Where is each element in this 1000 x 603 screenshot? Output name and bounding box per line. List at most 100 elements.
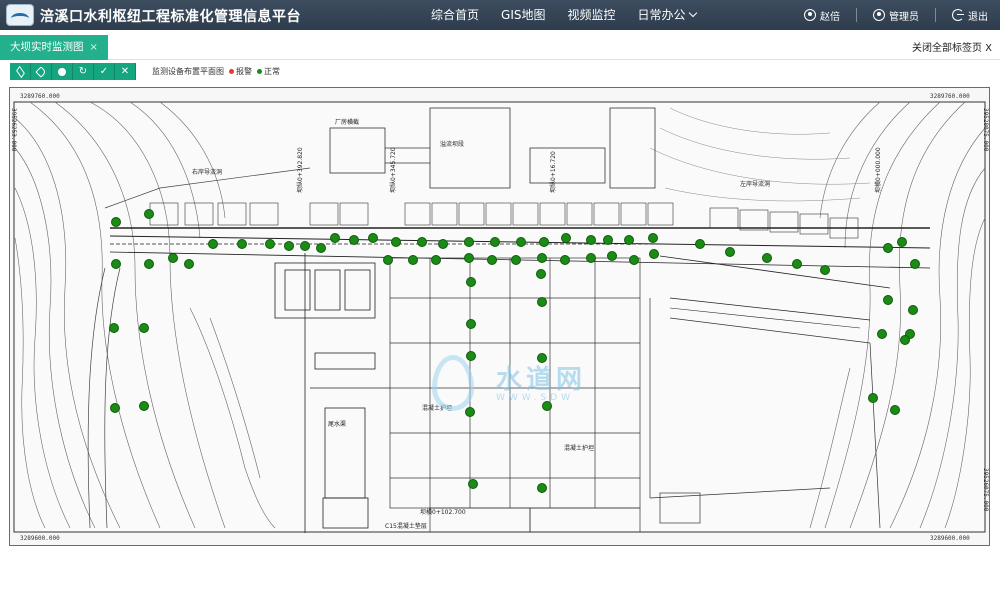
sensor-marker[interactable] [284, 241, 294, 251]
sensor-marker[interactable] [542, 401, 552, 411]
sensor-marker[interactable] [910, 259, 920, 269]
tag-button[interactable] [31, 63, 52, 80]
sensor-marker[interactable] [316, 243, 326, 253]
sensor-marker[interactable] [607, 251, 617, 261]
refresh-icon: ↻ [78, 66, 88, 77]
sensor-marker[interactable] [868, 393, 878, 403]
sensor-marker[interactable] [368, 233, 378, 243]
sensor-marker[interactable] [466, 277, 476, 287]
sensor-marker[interactable] [586, 235, 596, 245]
sensor-marker[interactable] [603, 235, 613, 245]
sensor-marker[interactable] [466, 319, 476, 329]
map-toolbar: ↻ ✓ ✕ [10, 63, 136, 80]
sensor-marker[interactable] [560, 255, 570, 265]
sensor-marker[interactable] [208, 239, 218, 249]
sensor-marker[interactable] [417, 237, 427, 247]
sensor-marker[interactable] [586, 253, 596, 263]
sensor-marker[interactable] [537, 253, 547, 263]
admin-icon [873, 9, 885, 21]
sensor-marker[interactable] [237, 239, 247, 249]
legend-title: 监测设备布置平面图 [152, 67, 224, 76]
sensor-marker[interactable] [487, 255, 497, 265]
sensor-marker[interactable] [438, 239, 448, 249]
sensor-marker[interactable] [897, 237, 907, 247]
sensor-marker[interactable] [900, 335, 910, 345]
sensor-marker[interactable] [561, 233, 571, 243]
close-icon: ✕ [120, 66, 130, 77]
sensor-marker[interactable] [820, 265, 830, 275]
sensor-marker[interactable] [648, 233, 658, 243]
clear-button[interactable]: ✕ [115, 63, 136, 80]
nav-home[interactable]: 综合首页 [420, 0, 490, 30]
legend: 监测设备布置平面图 报警 正常 [152, 66, 280, 77]
sensor-marker[interactable] [908, 305, 918, 315]
sensor-marker[interactable] [490, 237, 500, 247]
monitoring-drawing[interactable]: 厂房横截 溢流坝段 尾水渠 混凝土护坦 混凝土护坦 C15混凝土垫层 坝横0+1… [9, 87, 990, 546]
sensor-marker[interactable] [184, 259, 194, 269]
sensor-marker[interactable] [349, 235, 359, 245]
sensor-marker[interactable] [883, 295, 893, 305]
sensor-marker[interactable] [391, 237, 401, 247]
sensor-marker[interactable] [629, 255, 639, 265]
sensor-marker[interactable] [537, 353, 547, 363]
layers-icon [15, 65, 25, 78]
sensor-marker[interactable] [624, 235, 634, 245]
sensor-marker[interactable] [883, 243, 893, 253]
tag-icon [35, 65, 47, 78]
sensor-marker[interactable] [111, 217, 121, 227]
nav-daily-office[interactable]: 日常办公 [627, 0, 707, 30]
sensor-marker[interactable] [537, 297, 547, 307]
sensor-marker[interactable] [110, 403, 120, 413]
sensor-marker[interactable] [109, 323, 119, 333]
sensor-marker[interactable] [516, 237, 526, 247]
sensor-marker[interactable] [511, 255, 521, 265]
sensor-marker[interactable] [695, 239, 705, 249]
sensor-marker[interactable] [431, 255, 441, 265]
sensor-marker[interactable] [539, 237, 549, 247]
sensor-marker[interactable] [408, 255, 418, 265]
refresh-button[interactable]: ↻ [73, 63, 94, 80]
user-name-button[interactable]: 赵倍 [804, 8, 840, 23]
sensor-marker[interactable] [466, 351, 476, 361]
user-role-button[interactable]: 管理员 [873, 8, 919, 23]
sensor-marker[interactable] [464, 237, 474, 247]
sensor-marker[interactable] [877, 329, 887, 339]
label-concrete2: 混凝土护坦 [564, 444, 594, 452]
divider [856, 8, 857, 22]
normal-dot-icon [257, 69, 262, 74]
close-all-tabs-button[interactable]: 关闭全部标签页 X [912, 39, 992, 54]
sensor-marker[interactable] [139, 401, 149, 411]
sensor-marker[interactable] [111, 259, 121, 269]
sensor-marker[interactable] [383, 255, 393, 265]
logout-button[interactable]: 退出 [952, 8, 988, 23]
label-elev4: 坝横0+000.000 [874, 147, 882, 193]
sensor-marker[interactable] [536, 269, 546, 279]
coord-bottom-left: 3289600.000 [20, 535, 60, 542]
nav-gis-map[interactable]: GIS地图 [490, 0, 556, 30]
sensor-marker[interactable] [168, 253, 178, 263]
logout-icon [952, 9, 964, 21]
sensor-marker[interactable] [537, 483, 547, 493]
sensor-marker[interactable] [468, 479, 478, 489]
sensor-marker[interactable] [465, 407, 475, 417]
top-header: 涪溪口水利枢纽工程标准化管理信息平台 综合首页 GIS地图 视频监控 日常办公 … [0, 0, 1000, 30]
sensor-marker[interactable] [300, 241, 310, 251]
sensor-marker[interactable] [265, 239, 275, 249]
nav-video-monitor[interactable]: 视频监控 [556, 0, 626, 30]
sensor-marker[interactable] [792, 259, 802, 269]
tab-close-icon[interactable]: × [90, 36, 98, 60]
confirm-button[interactable]: ✓ [94, 63, 115, 80]
chevron-down-icon [688, 8, 697, 18]
sensor-marker[interactable] [725, 247, 735, 257]
sensor-marker[interactable] [144, 209, 154, 219]
circle-button[interactable] [52, 63, 73, 80]
sensor-marker[interactable] [330, 233, 340, 243]
sensor-marker[interactable] [762, 253, 772, 263]
sensor-marker[interactable] [890, 405, 900, 415]
sensor-marker[interactable] [464, 253, 474, 263]
sensor-marker[interactable] [139, 323, 149, 333]
tab-dam-monitor[interactable]: 大坝实时监测图 × [0, 35, 108, 60]
sensor-marker[interactable] [144, 259, 154, 269]
sensor-marker[interactable] [649, 249, 659, 259]
layers-button[interactable] [10, 63, 31, 80]
